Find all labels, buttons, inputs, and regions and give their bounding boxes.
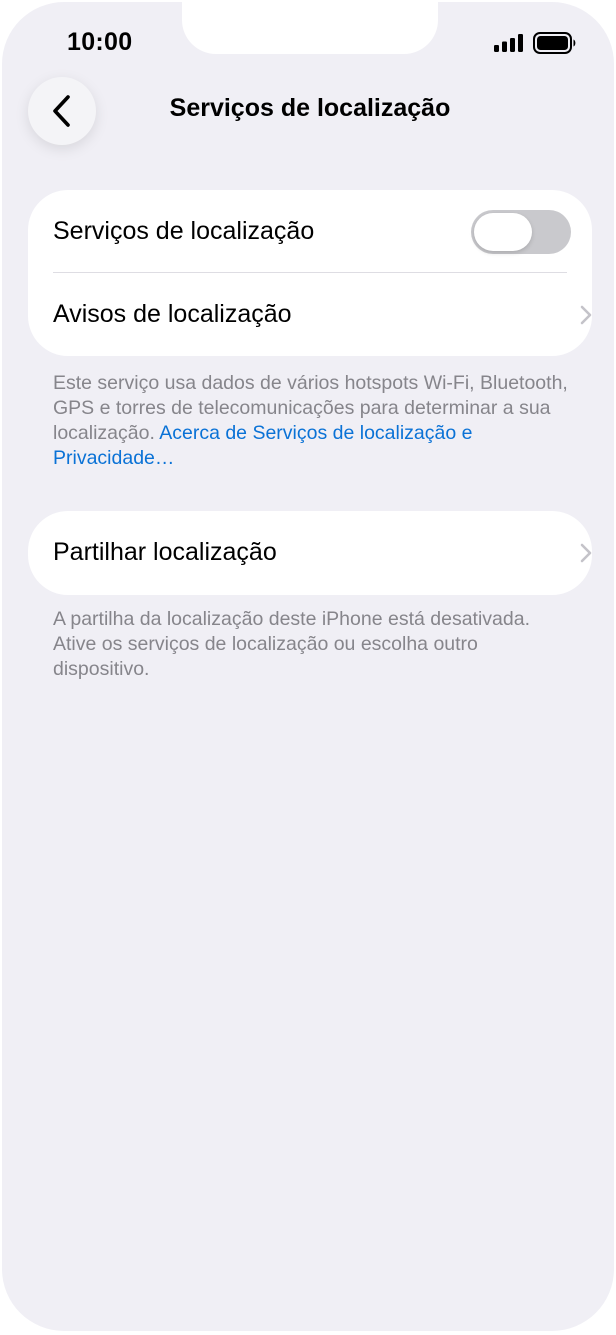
location-settings-group: Serviços de localização Avisos de locali… bbox=[28, 190, 592, 356]
chevron-right-icon bbox=[580, 543, 592, 562]
location-services-toggle[interactable] bbox=[471, 210, 571, 254]
share-location-row[interactable]: Partilhar localização bbox=[28, 511, 592, 594]
share-location-label: Partilhar localização bbox=[53, 538, 277, 566]
location-services-description: Este serviço usa dados de vários hotspot… bbox=[53, 371, 573, 471]
location-services-label: Serviços de localização bbox=[53, 217, 315, 245]
location-alerts-row[interactable]: Avisos de localização bbox=[28, 273, 592, 356]
toggle-knob bbox=[474, 213, 532, 251]
share-location-description: A partilha da localização deste iPhone e… bbox=[53, 608, 530, 680]
chevron-right-icon bbox=[580, 305, 592, 324]
share-location-group: Partilhar localização bbox=[28, 511, 592, 595]
battery-icon bbox=[533, 32, 576, 54]
notch bbox=[182, 2, 438, 54]
location-alerts-label: Avisos de localização bbox=[53, 300, 292, 328]
phone-screen: 10:00 Serviços de localização Serviços d… bbox=[2, 2, 614, 1331]
status-time: 10:00 bbox=[67, 28, 133, 56]
location-services-row[interactable]: Serviços de localização bbox=[28, 190, 592, 273]
cellular-signal-icon bbox=[494, 34, 523, 52]
page-title: Serviços de localização bbox=[169, 94, 451, 122]
